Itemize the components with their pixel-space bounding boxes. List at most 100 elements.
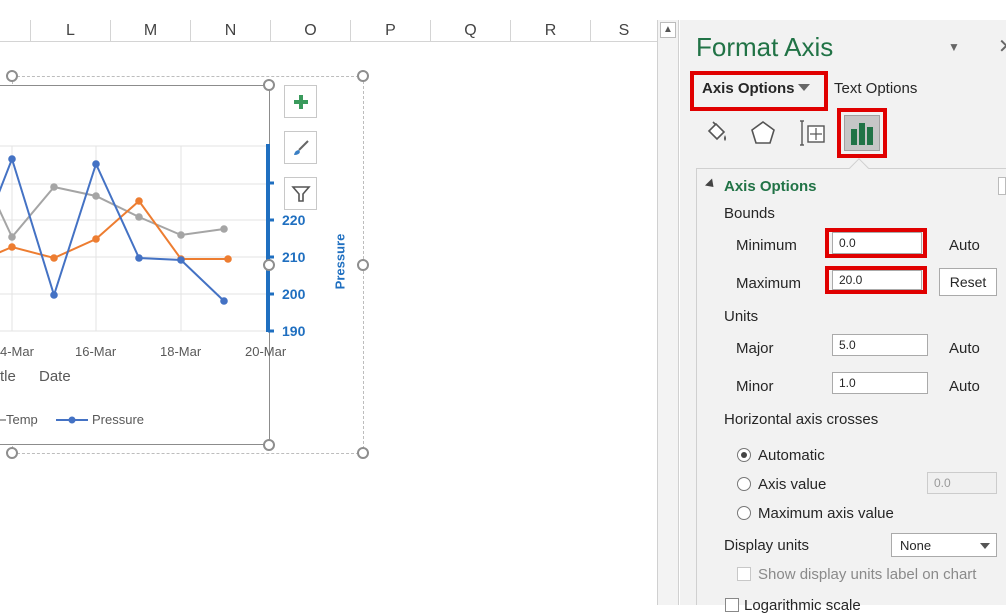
column-header-S[interactable]: S bbox=[591, 20, 657, 42]
column-header-L[interactable]: L bbox=[31, 20, 111, 42]
minimum-auto-label: Auto bbox=[949, 237, 980, 254]
temp-series-point bbox=[92, 235, 100, 243]
plus-icon bbox=[293, 94, 308, 109]
radio-automatic[interactable] bbox=[737, 448, 751, 462]
pressure-series-point bbox=[8, 155, 16, 163]
axis-value-input[interactable] bbox=[927, 472, 997, 494]
column-header-M[interactable]: M bbox=[111, 20, 191, 42]
minimum-label: Minimum bbox=[736, 237, 797, 254]
pane-options-dropdown-icon[interactable]: ▼ bbox=[948, 40, 960, 54]
tab-text-options[interactable]: Text Options bbox=[834, 80, 917, 97]
logarithmic-scale-label: Logarithmic scale bbox=[744, 597, 861, 614]
filter-icon bbox=[290, 185, 311, 202]
resize-handle[interactable] bbox=[357, 259, 369, 271]
major-label: Major bbox=[736, 340, 774, 357]
major-input[interactable] bbox=[832, 334, 928, 356]
pressure-series-point bbox=[220, 297, 228, 305]
chart-filters-button[interactable] bbox=[284, 177, 317, 210]
chevron-down-icon[interactable] bbox=[980, 543, 990, 549]
radio-axis-value[interactable] bbox=[737, 477, 751, 491]
minor-label: Minor bbox=[736, 378, 774, 395]
resize-handle[interactable] bbox=[6, 447, 18, 459]
pentagon-icon bbox=[751, 121, 775, 144]
resize-handle[interactable] bbox=[6, 70, 18, 82]
axis-options-tab[interactable] bbox=[844, 115, 880, 151]
x-tick-label: 20-Mar bbox=[245, 344, 287, 359]
column-header-Q[interactable]: Q bbox=[431, 20, 511, 42]
pressure-series-line bbox=[0, 155, 225, 302]
column-header-partial[interactable] bbox=[0, 20, 31, 42]
pane-scrollbar-thumb[interactable] bbox=[998, 177, 1006, 195]
pane-title: Format Axis bbox=[696, 32, 834, 62]
radio-maximum-axis-value-label[interactable]: Maximum axis value bbox=[758, 505, 894, 522]
gray-series-point bbox=[220, 225, 228, 233]
y2-tick-label: 190 bbox=[282, 323, 306, 339]
radio-maximum-axis-value[interactable] bbox=[737, 506, 751, 520]
minimum-input[interactable] bbox=[832, 232, 922, 254]
pressure-series-point bbox=[92, 160, 100, 168]
resize-handle[interactable] bbox=[263, 259, 275, 271]
bounds-label: Bounds bbox=[724, 205, 775, 222]
resize-handle[interactable] bbox=[263, 439, 275, 451]
horizontal-axis-crosses-label: Horizontal axis crosses bbox=[724, 411, 879, 428]
chevron-down-icon[interactable] bbox=[798, 84, 810, 91]
maximum-reset-button[interactable]: Reset bbox=[939, 268, 997, 296]
plot-area[interactable] bbox=[0, 130, 300, 350]
resize-handle[interactable] bbox=[357, 70, 369, 82]
format-axis-pane: Format Axis ▼ ✕ Axis Options Text Option… bbox=[680, 20, 1006, 614]
x-tick-label: 18-Mar bbox=[160, 344, 202, 359]
temp-series-point bbox=[224, 255, 232, 263]
temp-series-point bbox=[8, 243, 16, 251]
y2-tick-label: 200 bbox=[282, 286, 306, 302]
resize-handle[interactable] bbox=[263, 79, 275, 91]
worksheet[interactable]: L M N O P Q R S 4-Mar 16-Mar 18-Mar 20-M… bbox=[0, 0, 657, 605]
show-display-units-checkbox[interactable] bbox=[737, 567, 751, 581]
fill-line-tab[interactable] bbox=[700, 116, 734, 150]
maximum-label: Maximum bbox=[736, 275, 802, 292]
scroll-up-arrow-icon[interactable]: ▲ bbox=[660, 22, 676, 38]
legend-label-pressure: Pressure bbox=[92, 412, 145, 427]
paintbrush-icon bbox=[293, 139, 309, 155]
legend-label-temp: Temp bbox=[6, 412, 38, 427]
column-header-N[interactable]: N bbox=[191, 20, 271, 42]
sheet-vertical-scrollbar[interactable]: ▲ bbox=[657, 20, 679, 605]
gray-series-point bbox=[8, 233, 16, 241]
tab-axis-options[interactable]: Axis Options bbox=[702, 80, 795, 97]
x-tick-label: 4-Mar bbox=[0, 344, 34, 359]
x-tick-label: 16-Mar bbox=[75, 344, 117, 359]
pressure-series-point bbox=[135, 254, 143, 262]
legend-marker-pressure bbox=[56, 416, 88, 424]
gray-series-point bbox=[50, 183, 58, 191]
minor-input[interactable] bbox=[832, 372, 928, 394]
resize-handle[interactable] bbox=[357, 447, 369, 459]
column-header-R[interactable]: R bbox=[511, 20, 591, 42]
maximum-input[interactable] bbox=[832, 270, 922, 290]
paint-bucket-icon bbox=[707, 121, 726, 141]
chart-elements-button[interactable] bbox=[284, 85, 317, 118]
radio-axis-value-label[interactable]: Axis value bbox=[758, 476, 826, 493]
column-headers: L M N O P Q R S bbox=[0, 20, 657, 42]
gray-series-point bbox=[92, 192, 100, 200]
show-display-units-label: Show display units label on chart bbox=[758, 566, 977, 583]
chart-styles-button[interactable] bbox=[284, 131, 317, 164]
column-header-P[interactable]: P bbox=[351, 20, 431, 42]
logarithmic-scale-checkbox[interactable] bbox=[725, 598, 739, 612]
pressure-series-point bbox=[50, 291, 58, 299]
size-properties-icon bbox=[800, 120, 825, 146]
temp-series-point bbox=[135, 197, 143, 205]
minor-auto-label: Auto bbox=[949, 378, 980, 395]
radio-automatic-label[interactable]: Automatic bbox=[758, 447, 825, 464]
pressure-series-point bbox=[177, 256, 185, 264]
display-units-label: Display units bbox=[724, 537, 810, 554]
column-header-O[interactable]: O bbox=[271, 20, 351, 42]
units-label: Units bbox=[724, 308, 759, 325]
y2-axis-title[interactable]: Pressure bbox=[333, 222, 348, 302]
y2-tick-label: 210 bbox=[282, 249, 306, 265]
section-axis-options[interactable]: Axis Options bbox=[724, 178, 817, 195]
size-properties-tab[interactable] bbox=[796, 116, 830, 150]
y2-tick-label: 220 bbox=[282, 212, 306, 228]
close-icon[interactable]: ✕ bbox=[998, 34, 1006, 59]
x-axis-title[interactable]: Date bbox=[39, 368, 71, 385]
axis-title-partial[interactable]: tle bbox=[0, 368, 16, 385]
effects-tab[interactable] bbox=[746, 116, 780, 150]
